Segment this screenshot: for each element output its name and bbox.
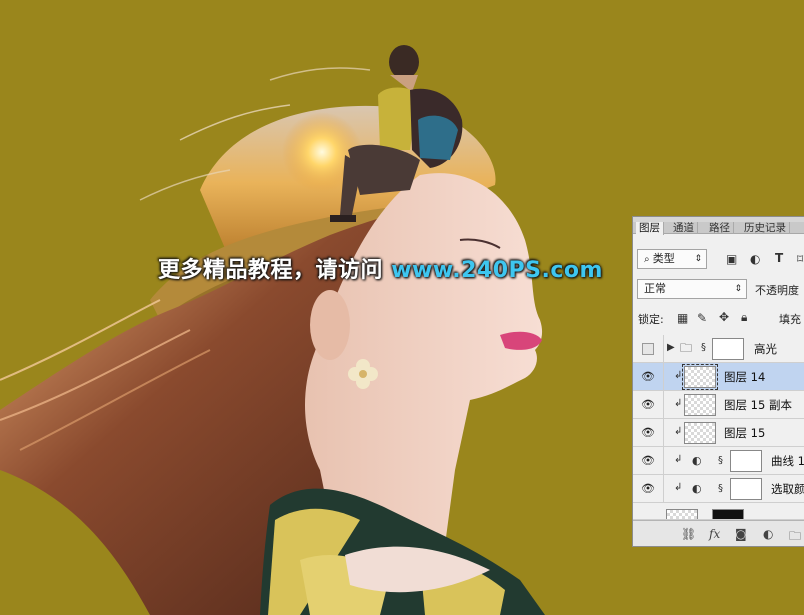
- link-icon: §: [718, 455, 723, 466]
- clipping-arrow-icon: ↲: [674, 482, 683, 493]
- divider: [663, 447, 664, 475]
- lock-transparent-icon[interactable]: ▦: [677, 312, 688, 324]
- link-icon: §: [701, 342, 706, 353]
- eye-icon[interactable]: 👁︎: [641, 483, 655, 494]
- clipping-arrow-icon: ↲: [674, 454, 683, 465]
- layer-row-highlight-group[interactable]: ▶ 🗀︎ § 高光: [633, 335, 804, 363]
- filter-kind-select[interactable]: ⌕ 类型 ⇕: [637, 249, 707, 269]
- layer-name: 图层 15 副本: [724, 398, 792, 412]
- watermark-url: www.240PS.com: [391, 258, 603, 283]
- layer-row-layer-15-copy[interactable]: 👁︎ ↲ 图层 15 副本: [633, 391, 804, 419]
- layer-row-partial[interactable]: [633, 503, 804, 520]
- divider: [663, 335, 664, 363]
- chevron-updown-icon: ⇕: [694, 254, 702, 264]
- lock-label: 锁定:: [638, 313, 664, 326]
- layer-name: 高光: [754, 342, 777, 356]
- layer-thumbnail[interactable]: [684, 394, 716, 416]
- type-filter-icon[interactable]: T: [775, 252, 783, 264]
- search-icon: ⌕: [644, 254, 653, 265]
- visibility-toggle-off[interactable]: [642, 343, 654, 355]
- panel-tab-bar: 图层 通道 路径 历史记录: [633, 217, 804, 235]
- watermark: 更多精品教程，请访问 www.240PS.com: [158, 252, 603, 284]
- layer-mask-thumbnail[interactable]: [712, 509, 744, 519]
- tab-history[interactable]: 历史记录: [741, 222, 790, 234]
- adjustment-icon[interactable]: ◐: [763, 527, 773, 541]
- group-mask-thumbnail[interactable]: [712, 338, 744, 360]
- image-filter-icon[interactable]: ▣: [726, 253, 737, 265]
- divider: [663, 363, 664, 391]
- chevron-updown-icon: ⇕: [734, 284, 742, 294]
- divider: [663, 391, 664, 419]
- eye-icon[interactable]: 👁︎: [641, 427, 655, 438]
- watermark-text: 更多精品教程，请访问: [158, 258, 384, 283]
- layer-name: 曲线 1: [771, 454, 804, 468]
- mask-icon[interactable]: ◙: [735, 527, 747, 541]
- adjustment-icon: ◐: [692, 482, 702, 495]
- adjustment-mask-thumbnail[interactable]: [730, 450, 762, 472]
- divider: [663, 419, 664, 447]
- layer-name: 图层 15: [724, 426, 766, 440]
- layer-row-layer-14[interactable]: 👁︎ ↲ 图层 14: [633, 363, 804, 391]
- expand-triangle-icon[interactable]: ▶: [667, 343, 675, 353]
- tab-paths[interactable]: 路径: [706, 222, 734, 234]
- blend-mode-select[interactable]: 正常 ⇕: [637, 279, 747, 299]
- eye-icon[interactable]: 👁︎: [641, 371, 655, 382]
- layer-thumbnail[interactable]: [682, 364, 718, 390]
- clipping-arrow-icon: ↲: [674, 370, 683, 381]
- eye-icon[interactable]: 👁︎: [641, 455, 655, 466]
- clipping-arrow-icon: ↲: [674, 426, 683, 437]
- layers-panel: 图层 通道 路径 历史记录 ⌕ 类型 ⇕ ▣ ◐ T ⌑ 正常 ⇕ 不透明度 锁定:…: [632, 216, 804, 547]
- layer-row-selective-color[interactable]: 👁︎ ↲ ◐ § 选取颜: [633, 475, 804, 503]
- layer-row-curves-1[interactable]: 👁︎ ↲ ◐ § 曲线 1: [633, 447, 804, 475]
- lock-move-icon[interactable]: ✥: [719, 311, 729, 323]
- panel-footer: ⛓︎ fx ◙ ◐ 🗀︎: [633, 520, 804, 546]
- folder-icon: 🗀︎: [680, 341, 693, 355]
- fill-label: 填充: [779, 313, 801, 326]
- link-icon: §: [718, 483, 723, 494]
- layer-name: 选取颜: [771, 482, 804, 496]
- opacity-label: 不透明度: [755, 284, 799, 297]
- adjustment-mask-thumbnail[interactable]: [730, 478, 762, 500]
- filter-kind-value: 类型: [652, 252, 675, 265]
- fx-icon[interactable]: fx: [709, 527, 720, 541]
- lock-brush-icon[interactable]: ✎: [697, 312, 707, 324]
- tab-layers[interactable]: 图层: [636, 222, 664, 235]
- divider: [663, 475, 664, 503]
- layer-thumbnail[interactable]: [684, 422, 716, 444]
- adjustment-icon: ◐: [692, 454, 702, 467]
- shape-filter-icon[interactable]: ⌑: [797, 253, 803, 265]
- adjustment-filter-icon[interactable]: ◐: [750, 253, 760, 265]
- blend-mode-value: 正常: [644, 282, 666, 295]
- folder-icon[interactable]: 🗀︎: [789, 527, 801, 546]
- layer-name: 图层 14: [724, 370, 766, 384]
- tab-channels[interactable]: 通道: [670, 222, 698, 234]
- layer-row-layer-15[interactable]: 👁︎ ↲ 图层 15: [633, 419, 804, 447]
- lock-all-icon[interactable]: 🔒︎: [741, 311, 747, 323]
- link-icon[interactable]: ⛓︎: [681, 527, 696, 541]
- layer-thumbnail[interactable]: [666, 509, 698, 519]
- clipping-arrow-icon: ↲: [674, 398, 683, 409]
- eye-icon[interactable]: 👁︎: [641, 399, 655, 410]
